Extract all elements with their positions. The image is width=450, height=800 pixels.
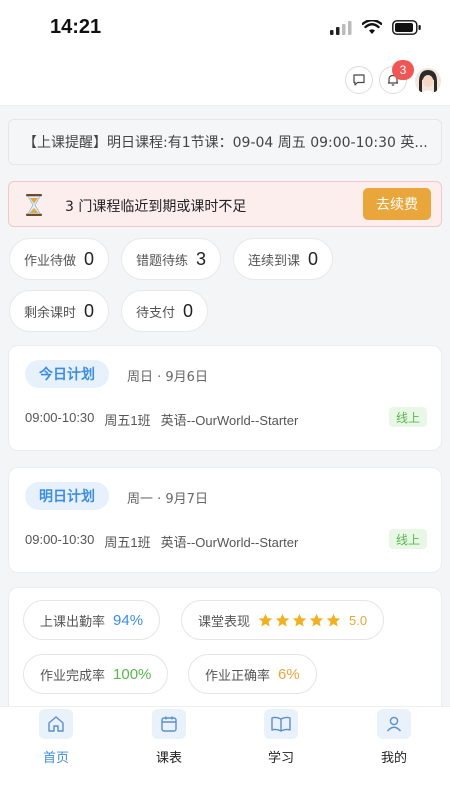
plan-date: 周日 · 9月6日 bbox=[127, 370, 208, 385]
homework-todo-chip[interactable]: 作业待做 0 bbox=[9, 238, 110, 280]
attendance-rate-chip[interactable]: 上课出勤率 94% bbox=[23, 600, 161, 640]
tab-schedule[interactable]: 课表 bbox=[113, 707, 225, 777]
tab-label: 课表 bbox=[155, 751, 182, 766]
remaining-hours-chip[interactable]: 剩余课时 0 bbox=[9, 290, 110, 332]
notification-badge: 3 bbox=[392, 60, 414, 80]
plan-tag: 明日计划 bbox=[25, 482, 109, 510]
book-icon bbox=[264, 709, 298, 739]
lesson-time: 09:00-10:30 bbox=[25, 532, 95, 547]
plan-tag: 今日计划 bbox=[25, 360, 109, 388]
today-plan-card[interactable]: 今日计划 周日 · 9月6日 09:00-10:30 周五1班 英语--OurW… bbox=[8, 345, 442, 451]
tab-label: 学习 bbox=[267, 751, 294, 766]
chip-label: 连续到课 bbox=[248, 253, 301, 269]
star-icon bbox=[326, 613, 341, 626]
expiry-alert: 3 门课程临近到期或课时不足 去续费 bbox=[8, 181, 442, 227]
renew-button[interactable]: 去续费 bbox=[363, 188, 431, 220]
expiry-alert-text: 3 门课程临近到期或课时不足 bbox=[65, 199, 247, 215]
hourglass-icon bbox=[26, 194, 42, 216]
chip-label: 待支付 bbox=[136, 305, 176, 321]
chip-value: 0 bbox=[84, 248, 95, 269]
plan-date: 周一 · 9月7日 bbox=[127, 492, 208, 507]
star-icon bbox=[292, 613, 307, 626]
avatar-icon bbox=[415, 68, 441, 94]
online-badge: 线上 bbox=[388, 529, 427, 549]
stat-label: 上课出勤率 bbox=[40, 614, 106, 630]
lesson-class: 周五1班 bbox=[104, 413, 151, 428]
wifi-icon bbox=[362, 20, 382, 34]
homework-accuracy-chip[interactable]: 作业正确率 6% bbox=[188, 654, 317, 694]
top-bar bbox=[0, 56, 450, 106]
plan-lesson: 09:00-10:30 周五1班 英语--OurWorld--Starter bbox=[25, 410, 298, 429]
plan-lesson: 09:00-10:30 周五1班 英语--OurWorld--Starter bbox=[25, 532, 298, 551]
chip-label: 作业待做 bbox=[24, 253, 77, 269]
stat-value: 100% bbox=[113, 665, 152, 683]
rating-score: 5.0 bbox=[349, 612, 368, 628]
chip-value: 0 bbox=[308, 248, 319, 269]
status-time: 14:21 bbox=[50, 16, 102, 38]
chip-label: 错题待练 bbox=[136, 253, 189, 269]
chip-value: 3 bbox=[196, 248, 207, 269]
user-icon bbox=[377, 709, 411, 739]
home-icon bbox=[39, 709, 73, 739]
homework-completion-chip[interactable]: 作业完成率 100% bbox=[23, 654, 169, 694]
battery-icon bbox=[392, 20, 421, 35]
tab-study[interactable]: 学习 bbox=[225, 707, 337, 777]
signal-icon bbox=[330, 20, 352, 35]
stat-label: 作业完成率 bbox=[40, 668, 106, 684]
chip-value: 0 bbox=[183, 300, 194, 321]
attendance-streak-chip[interactable]: 连续到课 0 bbox=[233, 238, 334, 280]
lesson-course: 英语--OurWorld--Starter bbox=[160, 535, 299, 550]
class-reminder-text: 【上课提醒】明日课程:有1节课：09-04 周五 09:00-10:30 英..… bbox=[23, 135, 428, 151]
lesson-time: 09:00-10:30 bbox=[25, 410, 95, 425]
rating-stars bbox=[258, 613, 341, 628]
tab-label: 我的 bbox=[380, 751, 407, 766]
tomorrow-plan-card[interactable]: 明日计划 周一 · 9月7日 09:00-10:30 周五1班 英语--OurW… bbox=[8, 467, 442, 573]
stat-value: 6% bbox=[278, 665, 300, 683]
chip-label: 剩余课时 bbox=[24, 305, 77, 321]
star-icon bbox=[275, 613, 290, 626]
message-button[interactable] bbox=[345, 66, 373, 94]
avatar[interactable] bbox=[415, 68, 441, 94]
lesson-class: 周五1班 bbox=[104, 535, 151, 550]
chip-value: 0 bbox=[84, 300, 95, 321]
calendar-icon bbox=[152, 709, 186, 739]
pending-payment-chip[interactable]: 待支付 0 bbox=[121, 290, 209, 332]
stat-value: 94% bbox=[113, 611, 144, 629]
online-badge: 线上 bbox=[388, 407, 427, 427]
lesson-course: 英语--OurWorld--Starter bbox=[160, 413, 299, 428]
tab-mine[interactable]: 我的 bbox=[338, 707, 450, 777]
star-icon bbox=[309, 613, 324, 626]
class-reminder[interactable]: 【上课提醒】明日课程:有1节课：09-04 周五 09:00-10:30 英..… bbox=[8, 119, 442, 165]
status-bar: 14:21 bbox=[0, 0, 450, 56]
star-icon bbox=[258, 613, 273, 626]
stat-label: 课堂表现 bbox=[198, 614, 251, 630]
chat-icon bbox=[353, 74, 365, 86]
stat-label: 作业正确率 bbox=[205, 668, 271, 684]
tab-home[interactable]: 首页 bbox=[0, 707, 112, 777]
tab-label: 首页 bbox=[42, 751, 69, 766]
tab-bar: 首页 课表 学习 我的 bbox=[0, 706, 450, 800]
mistakes-practice-chip[interactable]: 错题待练 3 bbox=[121, 238, 222, 280]
status-icons bbox=[330, 20, 422, 35]
class-performance-chip[interactable]: 课堂表现 5.0 bbox=[181, 600, 385, 640]
